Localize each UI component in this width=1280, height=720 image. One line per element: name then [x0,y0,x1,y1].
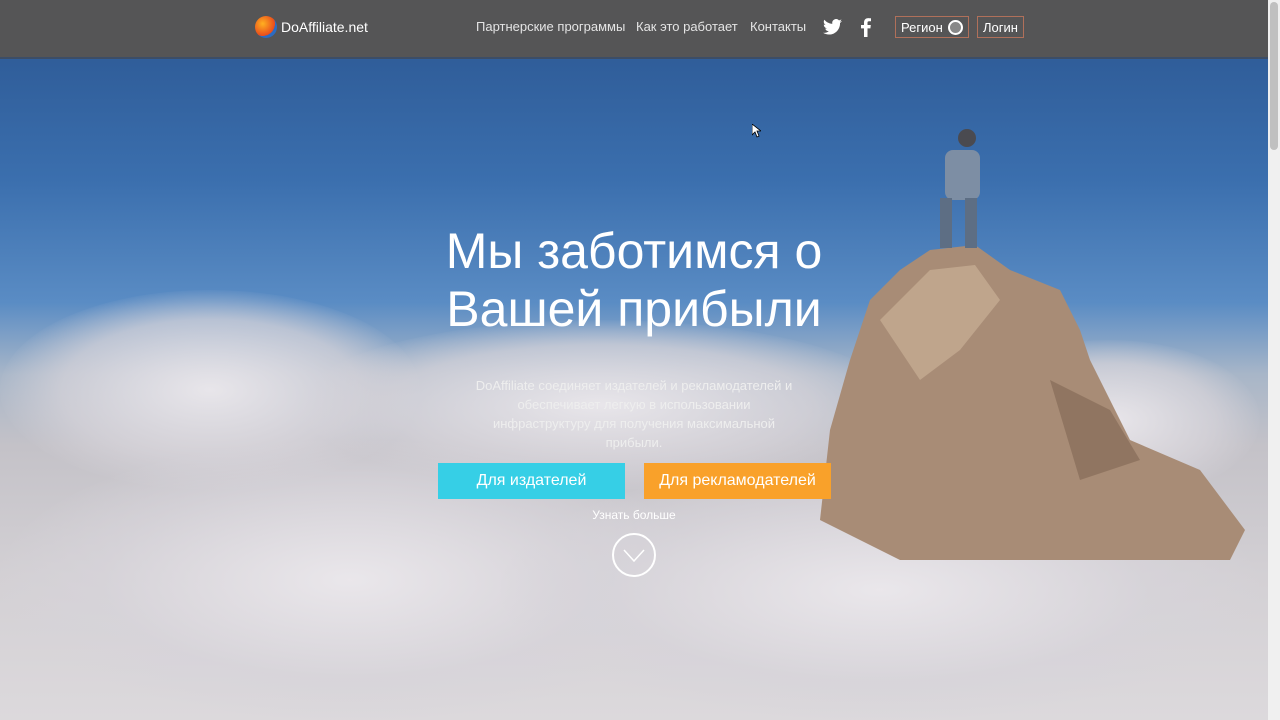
nav-how-it-works[interactable]: Как это работает [636,19,738,34]
login-label: Логин [983,19,1018,35]
top-navbar: DoAffiliate.net Партнерские программы Ка… [0,0,1268,59]
hero-description: DoAffiliate соединяет издателей и реклам… [475,378,793,450]
page-scrollbar[interactable] [1268,0,1280,720]
nav-partner-programs[interactable]: Партнерские программы [476,19,625,34]
publishers-button[interactable]: Для издателей [438,463,625,499]
mouse-cursor-icon [752,124,761,138]
chevron-down-icon [623,549,645,563]
region-button[interactable]: Регион [895,16,969,38]
hero-title-line-1: Мы заботимся о [445,223,823,279]
nav-contacts[interactable]: Контакты [750,19,806,34]
twitter-icon[interactable] [823,19,842,35]
globe-icon [947,19,963,35]
logo-icon [255,16,277,38]
hero-section [0,0,1268,720]
mountain-peak-image [820,129,1245,560]
logo-text: DoAffiliate.net [281,19,368,35]
login-button[interactable]: Логин [977,16,1024,38]
logo[interactable]: DoAffiliate.net [255,16,368,38]
scroll-down-button[interactable] [612,533,656,577]
scrollbar-thumb[interactable] [1270,2,1278,150]
advertisers-button[interactable]: Для рекламодателей [644,463,831,499]
learn-more-link[interactable]: Узнать больше [584,508,684,522]
hero-title: Мы заботимся о Вашей прибыли [334,222,934,338]
region-label: Регион [901,19,943,35]
hero-title-line-2: Вашей прибыли [446,281,822,337]
facebook-icon[interactable] [861,18,871,37]
